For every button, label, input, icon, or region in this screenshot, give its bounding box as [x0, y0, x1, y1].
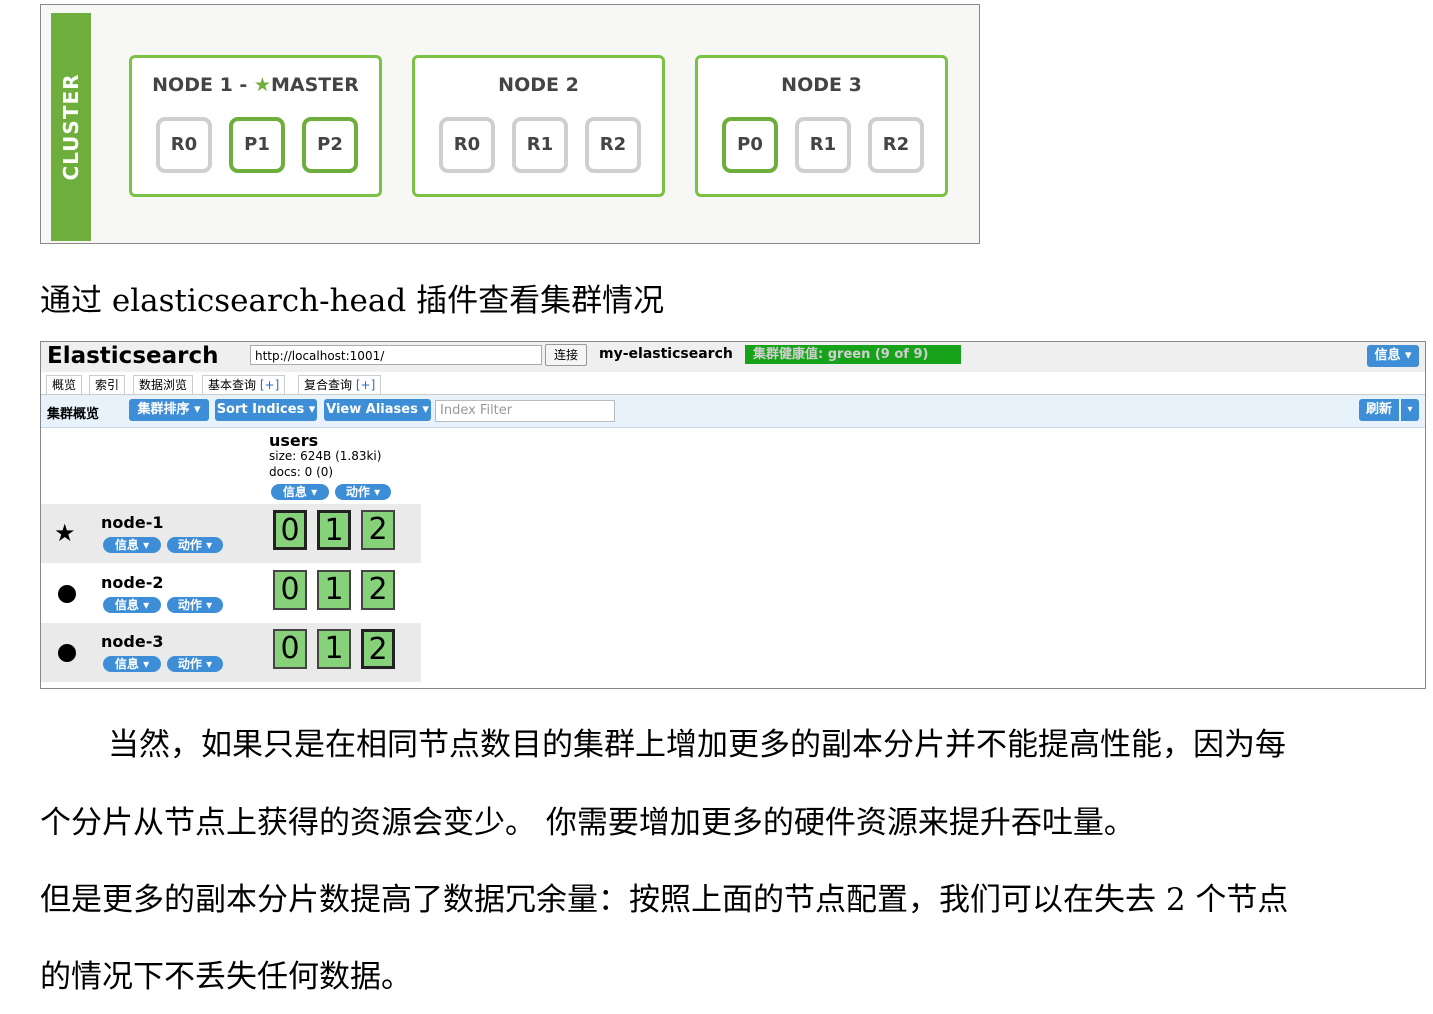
node-row: node-3 信息 ▾ 动作 ▾ 0 1 2: [41, 623, 421, 682]
node-name: node-1: [101, 513, 164, 532]
index-info-button[interactable]: 信息 ▾: [271, 484, 329, 500]
shard-box-primary[interactable]: 0: [273, 510, 307, 550]
node-name: node-3: [101, 632, 164, 651]
tab-browser[interactable]: 数据浏览: [133, 375, 194, 394]
diagram-node-title: NODE 1 - ★MASTER: [152, 74, 359, 96]
diagram-node-3: NODE 3 P0 R1 R2: [695, 55, 948, 197]
diagram-shard: R1: [795, 117, 851, 173]
diagram-shard: R1: [512, 117, 568, 173]
cluster-side-label: CLUSTER: [59, 73, 83, 181]
diagram-node-title: NODE 3: [781, 74, 862, 96]
node-info-button[interactable]: 信息 ▾: [103, 597, 161, 613]
tab-basic-query[interactable]: 基本查询 [+]: [202, 375, 286, 394]
es-logo: Elasticsearch: [47, 343, 219, 369]
shard-box[interactable]: 0: [273, 629, 307, 669]
node-action-button[interactable]: 动作 ▾: [167, 656, 223, 672]
tab-indices[interactable]: 索引: [89, 375, 126, 394]
refresh-dropdown-button[interactable]: ▾: [1401, 399, 1419, 421]
es-head-screenshot: Elasticsearch http://localhost:1001/ 连接 …: [40, 341, 1426, 689]
node-row: node-2 信息 ▾ 动作 ▾ 0 1 2: [41, 564, 421, 623]
diagram-shard: R0: [439, 117, 495, 173]
shard-box[interactable]: 1: [317, 570, 351, 610]
star-icon: ★: [253, 74, 271, 96]
cluster-diagram: CLUSTER NODE 1 - ★MASTER R0 P1 P2 NODE 2…: [40, 4, 980, 244]
node-dot-icon: [58, 585, 76, 603]
index-filter-input[interactable]: Index Filter: [435, 400, 615, 422]
diagram-node-2: NODE 2 R0 R1 R2: [412, 55, 665, 197]
tab-overview[interactable]: 概览: [46, 375, 83, 394]
toolbar-title: 集群概览: [47, 407, 100, 422]
paragraph-line: 但是更多的副本分片数提高了数据冗余量：按照上面的节点配置，我们可以在失去 2 个…: [40, 882, 1289, 918]
node-row: ★ node-1 信息 ▾ 动作 ▾ 0 1 2: [41, 504, 421, 563]
diagram-shard: R0: [156, 117, 212, 173]
index-action-button[interactable]: 动作 ▾: [335, 484, 391, 500]
node-info-button[interactable]: 信息 ▾: [103, 656, 161, 672]
diagram-shard-primary: P0: [722, 117, 778, 173]
index-size: size: 624B (1.83ki): [269, 449, 382, 463]
node-dot-icon: [58, 644, 76, 662]
shard-box[interactable]: 0: [273, 570, 307, 610]
shard-box-primary[interactable]: 2: [361, 629, 395, 669]
node-action-button[interactable]: 动作 ▾: [167, 597, 223, 613]
diagram-shard: R2: [868, 117, 924, 173]
overview-toolbar: 集群概览 集群排序 ▾ Sort Indices ▾ View Aliases …: [41, 395, 1425, 428]
cluster-name: my-elasticsearch: [599, 346, 733, 362]
index-name: users: [269, 431, 319, 450]
paragraph-line: 个分片从节点上获得的资源会变少。 你需要增加更多的硬件资源来提升吞吐量。: [40, 805, 1135, 841]
es-header: Elasticsearch http://localhost:1001/ 连接 …: [41, 342, 1425, 372]
cluster-health-badge: 集群健康值: green (9 of 9): [745, 345, 961, 364]
diagram-node-title: NODE 2: [498, 74, 579, 96]
sort-indices-button[interactable]: Sort Indices ▾: [215, 399, 317, 421]
info-button[interactable]: 信息 ▾: [1367, 345, 1419, 367]
index-docs: docs: 0 (0): [269, 465, 334, 479]
shard-box-primary[interactable]: 1: [317, 510, 351, 550]
diagram-shard-primary: P2: [302, 117, 358, 173]
refresh-button[interactable]: 刷新: [1359, 399, 1399, 421]
shard-box[interactable]: 2: [361, 510, 395, 550]
connect-button[interactable]: 连接: [545, 344, 587, 366]
shard-box[interactable]: 2: [361, 570, 395, 610]
sort-cluster-button[interactable]: 集群排序 ▾: [129, 399, 209, 421]
url-input[interactable]: http://localhost:1001/: [250, 345, 542, 365]
paragraph-line: 的情况下不丢失任何数据。: [40, 959, 412, 995]
diagram-shard-primary: P1: [229, 117, 285, 173]
caption-text: 通过 elasticsearch-head 插件查看集群情况: [40, 283, 665, 319]
paragraph-line: 当然，如果只是在相同节点数目的集群上增加更多的副本分片并不能提高性能，因为每: [108, 727, 1286, 763]
tab-bar: 概览 索引 数据浏览 基本查询 [+] 复合查询 [+]: [41, 372, 1425, 395]
tab-compound-query[interactable]: 复合查询 [+]: [298, 375, 382, 394]
view-aliases-button[interactable]: View Aliases ▾: [324, 399, 431, 421]
node-info-button[interactable]: 信息 ▾: [103, 537, 161, 553]
master-star-icon: ★: [54, 519, 76, 547]
diagram-shard: R2: [585, 117, 641, 173]
node-name: node-2: [101, 573, 164, 592]
shard-box[interactable]: 1: [317, 629, 351, 669]
node-action-button[interactable]: 动作 ▾: [167, 537, 223, 553]
diagram-node-1: NODE 1 - ★MASTER R0 P1 P2: [129, 55, 382, 197]
